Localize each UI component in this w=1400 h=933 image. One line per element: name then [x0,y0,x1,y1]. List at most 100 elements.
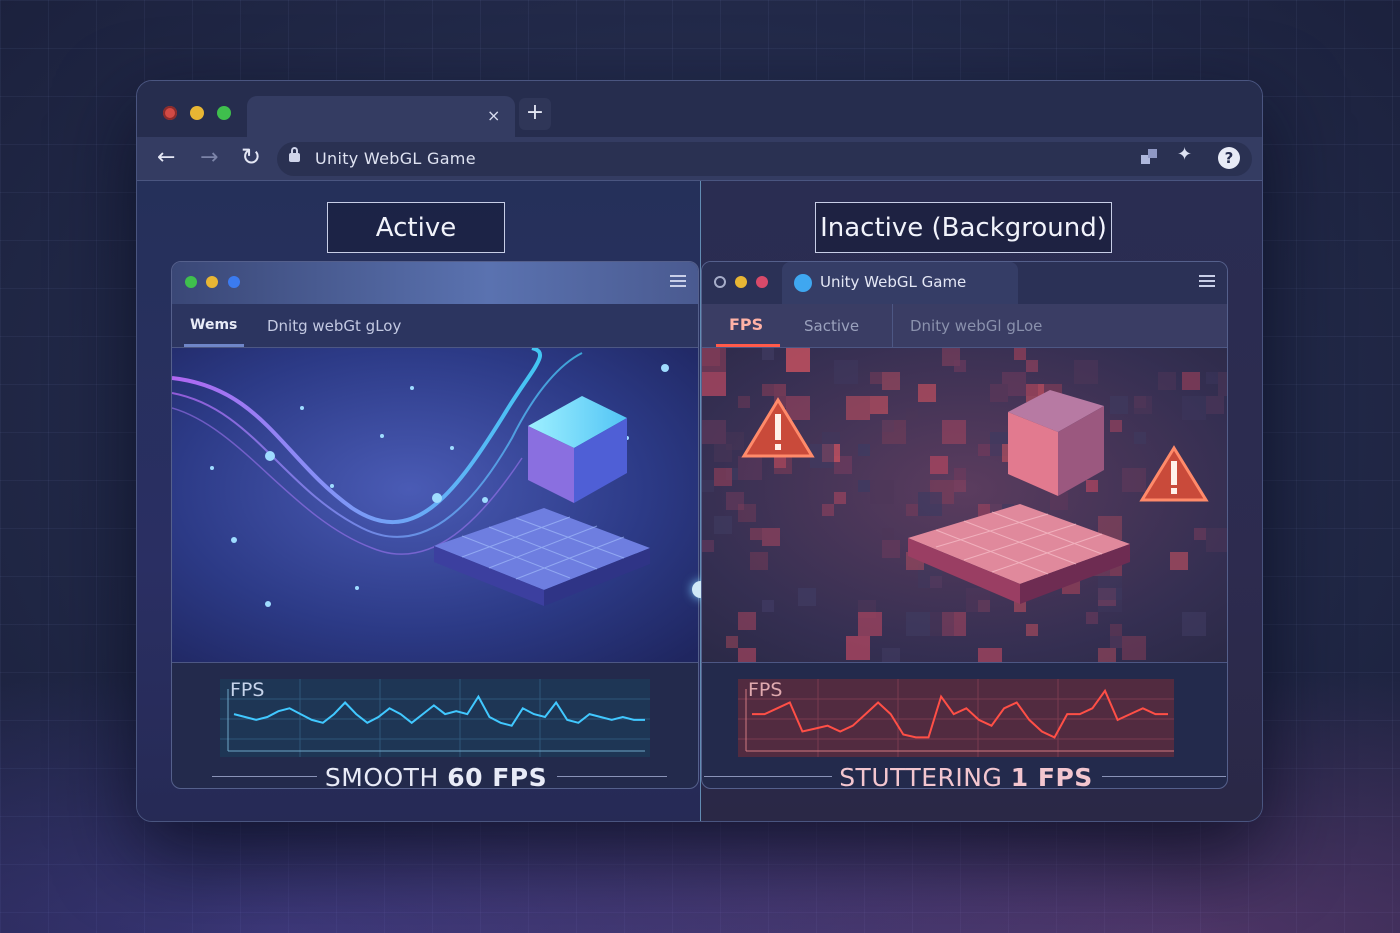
browser-tab[interactable]: × [247,96,515,137]
glitch-pixel [906,408,918,420]
active-fps-area: FPS SMOOTH 60 FPS [172,662,698,789]
glitch-pixel [918,384,936,402]
active-panel-tabs: Wems Dnitg webGt gLoy [172,304,698,348]
glitch-pixel [1134,432,1146,444]
glitch-pixel [762,384,774,396]
hamburger-menu-icon[interactable] [670,275,686,287]
glitch-pixel [1206,396,1224,414]
glitch-pixel [1122,636,1146,660]
glitch-pixel [714,468,732,486]
inactive-fps-graph [738,679,1174,757]
glitch-pixel [1182,612,1206,636]
active-tab-underline [184,344,244,347]
glitch-pixel [762,528,780,546]
window-maximize-dot[interactable] [217,106,231,120]
glitch-pixel [882,540,900,558]
glitch-pixel [738,504,756,522]
glitch-pixel [726,432,744,450]
glitch-pixel [750,552,768,570]
help-icon[interactable]: ? [1218,147,1240,169]
glitch-pixel [702,348,726,372]
glitch-pixel [966,588,990,612]
glitch-pixel [1158,372,1176,390]
tab-separator [892,304,893,348]
inactive-caption: STUTTERING 1 FPS [702,763,1227,789]
lock-icon [289,147,300,164]
active-game-scene [172,348,698,662]
glitch-pixel [978,648,1002,662]
panel-dot-yellow [735,276,747,288]
glitch-pixel [1098,576,1122,600]
inactive-panel-tab[interactable]: Unity WebGL Game [782,262,1018,304]
caption-60fps: 60 FPS [447,763,548,789]
panel-dot-red [756,276,768,288]
glitch-pixel [822,504,834,516]
tab-wems[interactable]: Wems [190,317,237,333]
inactive-game-scene [702,348,1227,662]
glitch-pixel [930,612,954,636]
glitch-pixel [906,612,930,636]
pin-icon[interactable]: ✦ [1177,144,1192,165]
active-caption: SMOOTH 60 FPS [172,763,698,789]
inactive-panel-titlebar: Unity WebGL Game [702,262,1227,304]
glitch-pixel [738,456,762,480]
glitch-pixel [702,372,726,396]
back-arrow-icon[interactable]: ← [157,145,175,170]
glitch-pixel [750,528,762,540]
glitch-pixel [1122,468,1146,492]
window-close-dot[interactable] [163,106,177,120]
glitch-pixel [846,396,870,420]
panel-dot-green [185,276,197,288]
tab-unity-webgl[interactable]: Dnity webGl gLoe [910,317,1042,335]
tab-sactive[interactable]: Sactive [804,317,859,335]
hamburger-menu-icon[interactable] [1199,275,1215,287]
glitch-pixel [738,648,756,662]
glitch-pixel [918,492,942,516]
glitch-pixel [954,360,966,372]
glitch-pixel [738,612,756,630]
browser-tab-bar: × + [137,81,1262,137]
glitch-pixel [774,384,786,396]
url-input[interactable]: Unity WebGL Game [277,142,1252,176]
glitch-pixel [942,420,966,444]
glitch-pixel [954,468,966,480]
active-fps-graph [220,679,650,757]
tab-fps[interactable]: FPS [729,315,763,334]
active-caption-row: SMOOTH 60 FPS [172,763,698,789]
glitch-pixel [1086,480,1098,492]
glitch-pixel [882,528,894,540]
browser-window: × + ← → ↻ Unity WebGL Game ✦ ? Active We… [136,80,1263,822]
panel-dot-yellow [206,276,218,288]
tab-unity-webgl[interactable]: Dnitg webGt gLoy [267,317,401,335]
glitch-pixel [978,444,990,456]
glitch-pixel [1134,396,1152,414]
glitch-pixel [1074,360,1098,384]
glitch-pixel [858,612,882,636]
reload-icon[interactable]: ↻ [241,143,261,171]
inactive-tab-title: Unity WebGL Game [820,273,967,291]
window-minimize-dot[interactable] [190,106,204,120]
glitch-pixel [702,540,714,552]
glitch-pixel [882,372,900,390]
active-fps-label: FPS [230,679,265,701]
inactive-caption-row: STUTTERING 1 FPS [702,763,1227,789]
glitch-pixel [858,480,870,492]
active-side: Active Wems Dnitg webGt gLoy FPS SMOOTH … [137,181,700,821]
extensions-icon[interactable] [1141,148,1159,166]
new-tab-button[interactable]: + [519,98,551,130]
glitch-pixel [1110,636,1122,648]
caption-1fps: 1 FPS [1010,763,1093,789]
glitch-pixel [870,396,888,414]
tab-close-icon[interactable]: × [487,106,500,125]
glitch-pixel [954,480,966,492]
glitch-pixel [1110,396,1128,414]
forward-arrow-icon[interactable]: → [200,145,218,170]
glitch-pixel [870,480,894,504]
glitch-pixel [834,492,846,504]
glitch-pixel [858,444,870,456]
panel-dot-gray [714,276,726,288]
glitch-pixel [1170,552,1188,570]
panel-dot-blue [228,276,240,288]
glitch-pixel [798,588,816,606]
glitch-pixel [1026,624,1038,636]
